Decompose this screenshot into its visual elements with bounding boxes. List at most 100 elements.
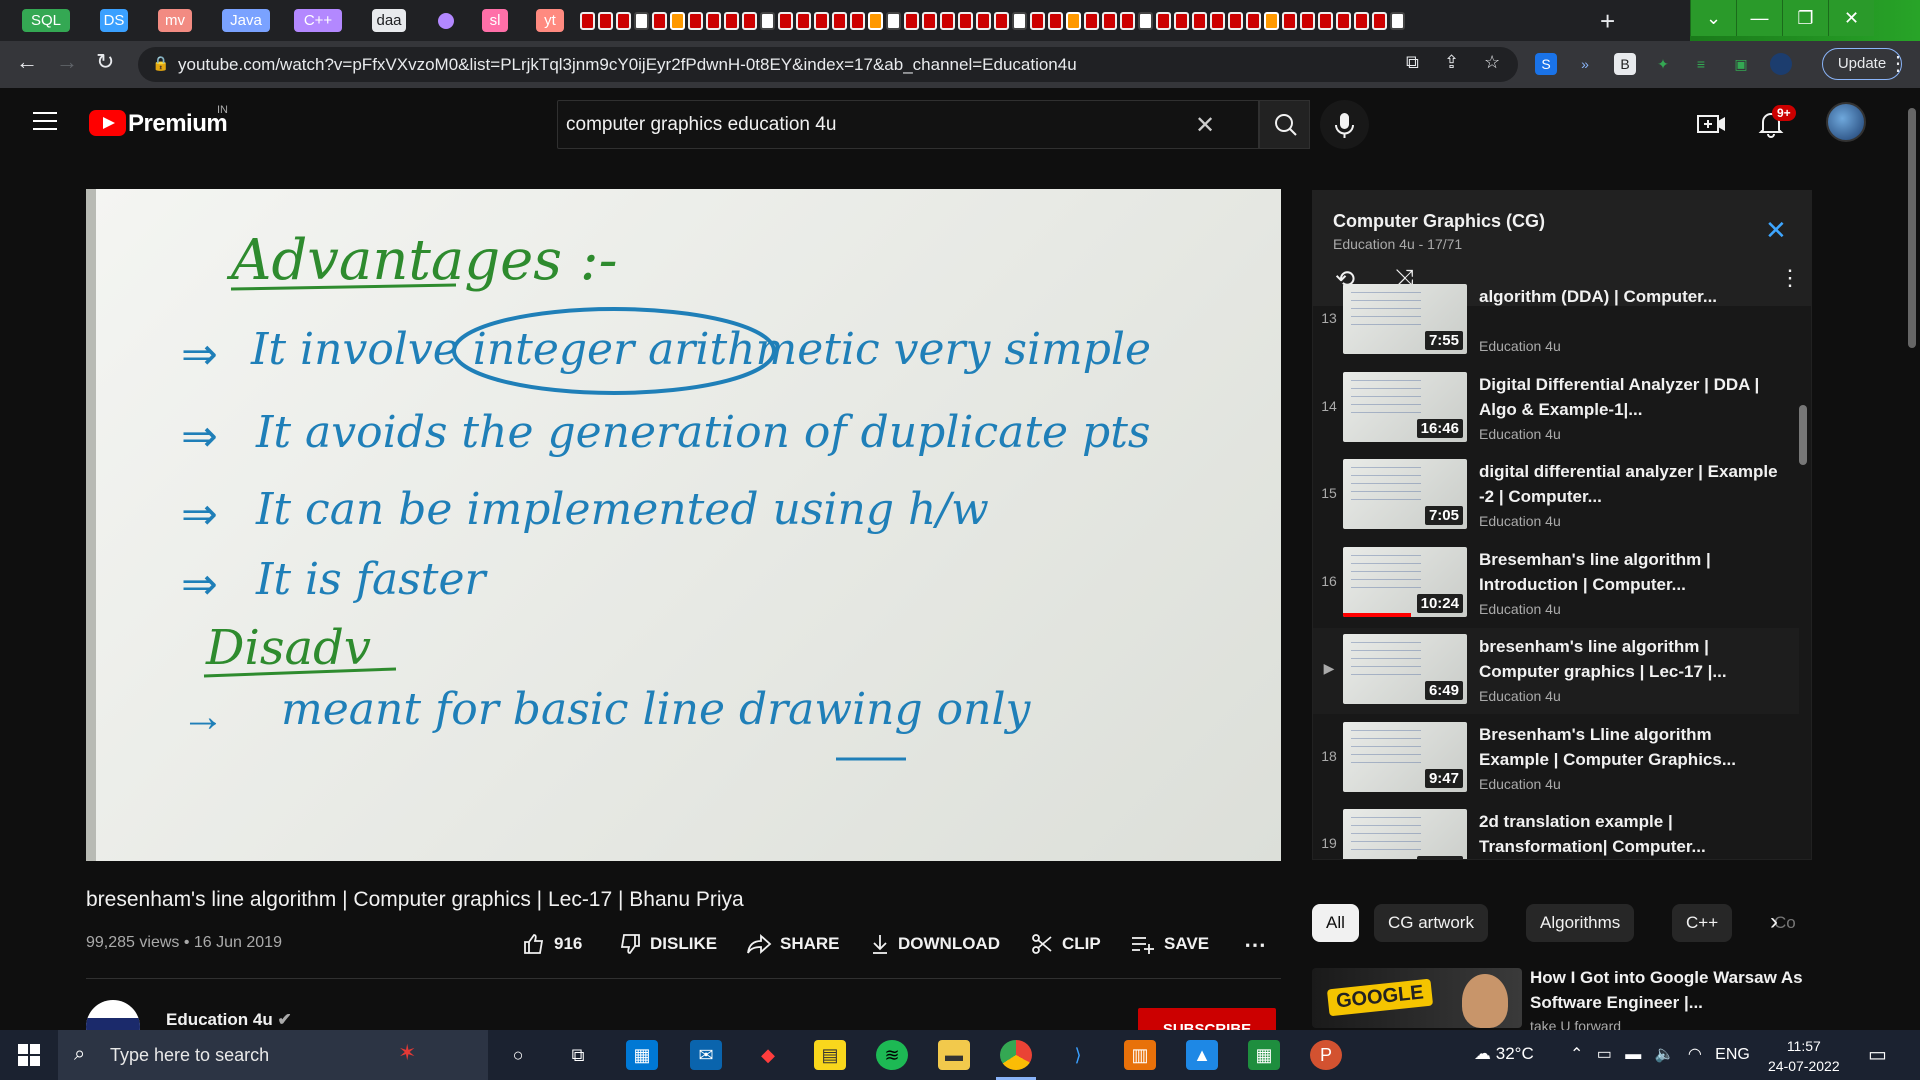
tab-favicon-icon[interactable] (976, 12, 991, 30)
tab-favicon-icon[interactable] (850, 12, 865, 30)
tab-favicon-icon[interactable] (616, 12, 631, 30)
tab-favicon-icon[interactable] (868, 12, 883, 30)
back-icon[interactable]: ← (16, 49, 38, 75)
bookmark-sql[interactable]: SQL (22, 9, 70, 32)
address-bar[interactable]: 🔒 youtube.com/watch?v=pFfxVXvzoM0&list=P… (138, 47, 1518, 82)
playlist-item-thumbnail[interactable]: 10:24 (1343, 546, 1467, 617)
photos-icon[interactable]: ▲ (1186, 1040, 1218, 1070)
microsoft-store-icon[interactable]: ▦ (626, 1040, 658, 1070)
tab-favicon-icon[interactable] (904, 12, 919, 30)
spreadsheet-icon[interactable]: ▦ (1248, 1040, 1280, 1070)
playlist-item-thumbnail[interactable]: 7:55 (1343, 284, 1467, 354)
tab-favicon-icon[interactable] (1138, 12, 1153, 30)
extension-audio-icon[interactable]: » (1574, 53, 1596, 75)
extensions-puzzle-icon[interactable]: ✦ (1652, 53, 1674, 75)
open-in-app-icon[interactable]: ⧉ (1406, 52, 1419, 73)
chrome-icon[interactable] (1000, 1040, 1032, 1070)
display-icon[interactable]: ▭ (1597, 1046, 1612, 1063)
tab-favicon-icon[interactable] (1390, 12, 1405, 30)
playlist-item-title[interactable]: algorithm (DDA) | Computer... (1479, 284, 1779, 309)
playlist-item-title[interactable]: bresenham's line algorithm | Computer gr… (1479, 634, 1779, 684)
restore-icon[interactable]: ❐ (1782, 0, 1828, 36)
new-tab-icon[interactable]: + (1600, 6, 1615, 37)
playlist-item-thumbnail[interactable]: 9:47 (1343, 721, 1467, 792)
sticky-notes-icon[interactable]: ▤ (814, 1040, 846, 1070)
tab-favicon-icon[interactable] (1354, 12, 1369, 30)
wifi-icon[interactable]: ◠ (1688, 1046, 1702, 1063)
recommendation-thumbnail[interactable]: GOOGLE (1312, 968, 1522, 1028)
tab-favicon-icon[interactable] (580, 12, 595, 30)
playlist-item[interactable]: 15 7:05 digital differential analyzer | … (1313, 453, 1799, 539)
bookmark-sl[interactable]: sl (482, 9, 508, 32)
playlist-item-thumbnail[interactable]: 16:46 (1343, 371, 1467, 442)
tab-favicon-icon[interactable] (958, 12, 973, 30)
playlist-item-title[interactable]: 2d translation example | Transformation|… (1479, 809, 1779, 859)
tab-favicon-icon[interactable] (1264, 12, 1279, 30)
chip-all[interactable]: All (1312, 904, 1359, 942)
clear-search-icon[interactable]: ✕ (1195, 111, 1215, 140)
tab-favicon-icon[interactable] (1318, 12, 1333, 30)
tab-favicon-icon[interactable] (1300, 12, 1315, 30)
task-view-icon[interactable]: ⧉ (562, 1040, 594, 1070)
tab-favicon-icon[interactable] (832, 12, 847, 30)
volume-icon[interactable]: 🔈 (1655, 1046, 1675, 1063)
tab-search-icon[interactable]: ⌄ (1690, 0, 1736, 36)
tab-favicon-icon[interactable] (1048, 12, 1063, 30)
minimize-icon[interactable]: — (1736, 0, 1782, 36)
tab-favicon-icon[interactable] (994, 12, 1009, 30)
share-page-icon[interactable]: ⇪ (1444, 52, 1459, 73)
tab-favicon-icon[interactable] (1192, 12, 1207, 30)
vscode-icon[interactable]: ⟩ (1062, 1040, 1094, 1070)
youtube-premium-wordmark[interactable]: Premium (128, 110, 228, 138)
tab-favicon-icon[interactable] (724, 12, 739, 30)
bookmark-yt[interactable]: yt (536, 9, 564, 32)
extension-s-icon[interactable]: S (1535, 53, 1557, 75)
show-hidden-icons-icon[interactable]: ⌃ (1570, 1046, 1583, 1063)
account-avatar[interactable] (1826, 102, 1866, 142)
taskbar-search-box[interactable]: ⌕ Type here to search ✶ (58, 1030, 488, 1080)
search-button[interactable] (1259, 100, 1310, 149)
search-input[interactable]: computer graphics education 4u ✕ (557, 100, 1259, 149)
tab-favicon-icon[interactable] (598, 12, 613, 30)
weather-widget[interactable]: ☁ 32°C (1474, 1044, 1534, 1064)
voice-search-button[interactable] (1320, 100, 1369, 149)
tab-favicon-icon[interactable] (670, 12, 685, 30)
clock[interactable]: 11:57 24-07-2022 (1768, 1036, 1840, 1076)
tab-favicon-icon[interactable] (922, 12, 937, 30)
bookmark-circle-icon[interactable] (438, 13, 454, 29)
tab-favicon-icon[interactable] (1030, 12, 1045, 30)
youtube-logo-icon[interactable] (89, 110, 126, 136)
tab-favicon-icon[interactable] (1336, 12, 1351, 30)
playlist-item-title[interactable]: digital differential analyzer | Example … (1479, 459, 1779, 509)
file-explorer-icon[interactable]: ▬ (938, 1040, 970, 1070)
menu-icon[interactable] (33, 112, 57, 130)
reload-icon[interactable]: ↻ (96, 49, 114, 75)
playlist-item[interactable]: 13 7:55 algorithm (DDA) | Computer... Ed… (1313, 278, 1799, 364)
create-video-icon[interactable] (1697, 112, 1727, 136)
tab-favicon-icon[interactable] (1084, 12, 1099, 30)
close-window-icon[interactable]: ✕ (1828, 0, 1874, 36)
url-text[interactable]: youtube.com/watch?v=pFfxVXvzoM0&list=PLr… (178, 55, 1077, 75)
tab-favicon-icon[interactable] (886, 12, 901, 30)
chip-c-[interactable]: C++ (1672, 904, 1733, 942)
chip-cg-artwork[interactable]: CG artwork (1374, 904, 1488, 942)
browser-tabs[interactable] (580, 10, 1580, 32)
playlist-item-title[interactable]: Bresemhan's line algorithm | Introductio… (1479, 547, 1779, 597)
video-player[interactable]: Advantages :- ⇒ ⇒ ⇒ ⇒ It involve integer… (86, 189, 1281, 861)
anydesk-icon[interactable]: ◆ (752, 1040, 784, 1070)
bookmark-daa[interactable]: daa (372, 9, 406, 32)
page-scrollbar[interactable] (1904, 88, 1920, 1030)
forward-icon[interactable]: → (56, 49, 78, 75)
spotify-icon[interactable]: ≋ (876, 1040, 908, 1070)
powerpoint-icon[interactable]: P (1310, 1040, 1342, 1070)
bookmark-ds[interactable]: DS (100, 9, 128, 32)
browser-menu-icon[interactable]: ⋮ (1888, 51, 1908, 76)
tab-favicon-icon[interactable] (1120, 12, 1135, 30)
tab-favicon-icon[interactable] (634, 12, 649, 30)
recommendation-title[interactable]: How I Got into Google Warsaw As Software… (1530, 965, 1810, 1015)
tab-favicon-icon[interactable] (814, 12, 829, 30)
document-app-icon[interactable]: ▥ (1124, 1040, 1156, 1070)
tab-favicon-icon[interactable] (1372, 12, 1387, 30)
tab-favicon-icon[interactable] (760, 12, 775, 30)
playlist-item-title[interactable]: Bresenham's Lline algorithm Example | Co… (1479, 722, 1779, 772)
